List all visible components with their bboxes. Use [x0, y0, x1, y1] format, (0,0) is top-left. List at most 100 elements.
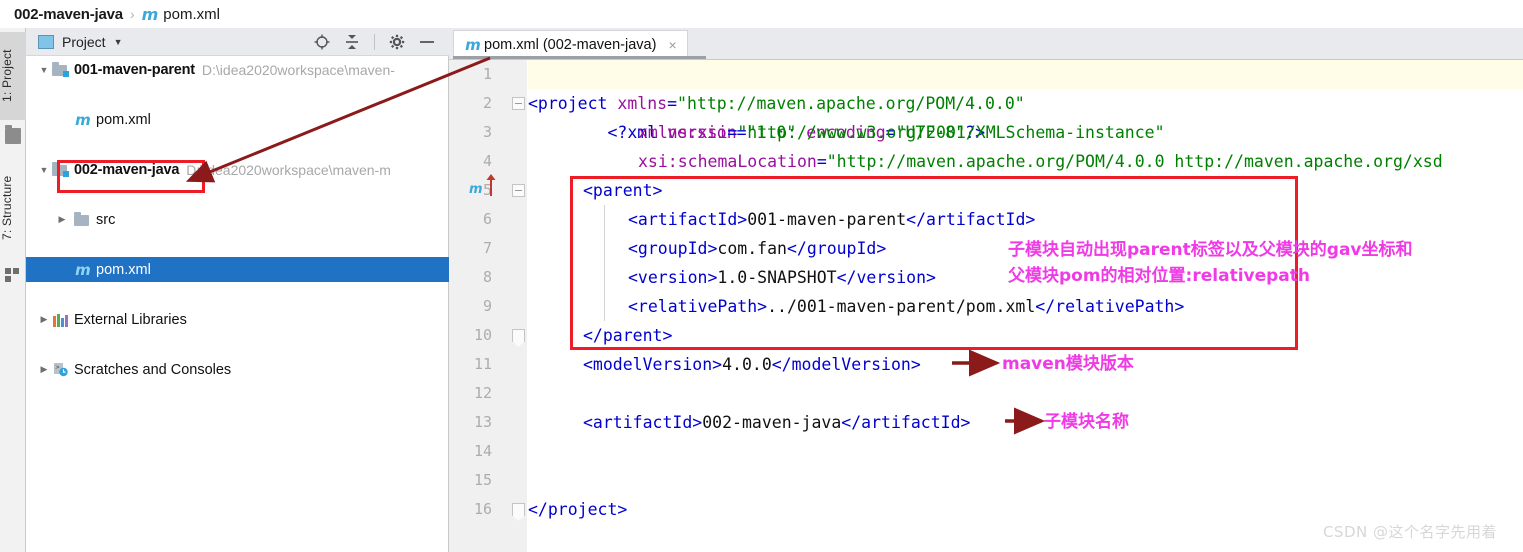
- editor-tab-pom-xml[interactable]: m pom.xml (002-maven-java) ×: [453, 30, 688, 59]
- expand-arrow-icon[interactable]: ▼: [36, 57, 52, 82]
- code-content[interactable]: <?xml version="1.0" encoding="UTF-8"?> <…: [528, 60, 1523, 552]
- collapse-arrow-icon[interactable]: ▶: [36, 357, 52, 382]
- line-number: 7: [482, 239, 492, 257]
- project-tool-window: Project ▼ ▼ 001-maven-parent D:\idea2020…: [26, 28, 449, 552]
- breadcrumb-separator-icon: ›: [129, 6, 135, 22]
- tree-path: D:\idea2020workspace\maven-: [201, 61, 395, 78]
- line-number: 14: [473, 442, 492, 460]
- hide-window-icon[interactable]: [419, 34, 435, 50]
- watermark: CSDN @这个名字先用着: [1322, 523, 1497, 541]
- code-line-5: <parent>: [583, 181, 663, 200]
- toolbar-divider: [374, 33, 375, 50]
- indent-guide: [604, 205, 605, 321]
- tree-label: Scratches and Consoles: [74, 361, 232, 378]
- settings-gear-icon[interactable]: [389, 34, 405, 50]
- line-number: 6: [482, 210, 492, 228]
- editor-tab-label: pom.xml (002-maven-java): [484, 37, 657, 53]
- tree-label: src: [96, 211, 116, 228]
- tree-row-scratches-and-consoles[interactable]: ▶ >_ Scratches and Consoles: [26, 357, 449, 382]
- code-line-4: xsi:schemaLocation="http://maven.apache.…: [638, 152, 1443, 171]
- line-number: 16: [473, 500, 492, 518]
- code-line-10: </parent>: [583, 326, 673, 345]
- line-number: 2: [482, 94, 492, 112]
- line-number: 3: [482, 123, 492, 141]
- project-panel-title[interactable]: Project: [62, 34, 106, 50]
- tree-row-pom-xml-selected[interactable]: m pom.xml: [26, 257, 449, 282]
- line-number: 1: [482, 65, 492, 83]
- collapse-all-icon[interactable]: [344, 34, 360, 50]
- code-line-3: xmlns:xsi="http://www.w3.org/2001/XMLSch…: [638, 123, 1165, 142]
- code-line-2: <project xmlns="http://maven.apache.org/…: [528, 94, 1025, 113]
- fold-column: [509, 60, 527, 552]
- maven-file-icon: m: [141, 4, 159, 24]
- tree-row-src[interactable]: ▶ src: [26, 207, 449, 232]
- code-line-9: <relativePath>../001-maven-parent/pom.xm…: [628, 297, 1185, 316]
- tool-window-tab-project[interactable]: 1: Project: [0, 32, 26, 120]
- annotation-parent-note-line2: 父模块pom的相对位置:relativepath: [1008, 266, 1311, 286]
- module-icon: [52, 161, 69, 177]
- locate-icon[interactable]: [314, 34, 330, 50]
- breadcrumb-project[interactable]: 002-maven-java: [14, 6, 123, 23]
- editor-tab-underline: [453, 56, 706, 59]
- tree-row-external-libraries[interactable]: ▶ External Libraries: [26, 307, 449, 332]
- tree-row-002-maven-java[interactable]: ▼ 002-maven-java D:\idea2020workspace\ma…: [26, 157, 449, 182]
- line-number: 15: [473, 471, 492, 489]
- scratches-icon: >_: [52, 362, 69, 377]
- folder-icon: [74, 211, 91, 227]
- maven-gutter-icon[interactable]: m: [469, 182, 483, 197]
- editor-gutter[interactable]: 1 2 3 4 5 6 7 8 9 10 11 12 13 14 15 16 m: [449, 60, 527, 552]
- tool-window-tab-project-label: 1: Project: [0, 49, 14, 103]
- fold-handle[interactable]: [512, 184, 525, 197]
- maven-icon: m: [465, 36, 481, 54]
- tree-label: pom.xml: [96, 261, 151, 278]
- annotation-model-version-note: maven模块版本: [1002, 354, 1134, 374]
- fold-handle[interactable]: [512, 503, 525, 516]
- line-number: 11: [473, 355, 492, 373]
- annotation-parent-note-line1: 子模块自动出现parent标签以及父模块的gav坐标和: [1008, 240, 1413, 260]
- collapse-arrow-icon[interactable]: ▶: [36, 307, 52, 332]
- chevron-down-icon[interactable]: ▼: [114, 37, 123, 47]
- code-line-1: <?xml version="1.0" encoding="UTF-8"?>: [528, 60, 1523, 142]
- editor-area: m pom.xml (002-maven-java) × 1 2 3 4 5 6…: [449, 28, 1523, 552]
- libraries-icon: [52, 313, 69, 327]
- ide-window: 002-maven-java › m pom.xml 1: Project 7:…: [0, 0, 1523, 552]
- code-line-16: </project>: [528, 500, 628, 519]
- tool-window-tab-structure[interactable]: 7: Structure: [0, 156, 26, 260]
- fold-handle[interactable]: [512, 97, 525, 110]
- left-tool-strip: 1: Project 7: Structure: [0, 28, 26, 552]
- upload-arrow-icon[interactable]: [485, 174, 497, 198]
- line-number: 4: [482, 152, 492, 170]
- project-panel-toolbar: [314, 33, 449, 50]
- fold-handle[interactable]: [512, 329, 525, 342]
- tree-row-001-maven-parent[interactable]: ▼ 001-maven-parent D:\idea2020workspace\…: [26, 57, 449, 82]
- tree-label: External Libraries: [74, 311, 187, 328]
- code-line-8: <version>1.0-SNAPSHOT</version>: [628, 268, 936, 287]
- tree-path: D:\idea2020workspace\maven-m: [186, 161, 391, 178]
- project-tree[interactable]: ▼ 001-maven-parent D:\idea2020workspace\…: [26, 57, 449, 552]
- breadcrumb: 002-maven-java › m pom.xml: [0, 0, 1523, 28]
- folder-icon: [5, 125, 21, 144]
- line-number: 13: [473, 413, 492, 431]
- code-line-13: <artifactId>002-maven-java</artifactId>: [583, 413, 971, 432]
- line-number: 8: [482, 268, 492, 286]
- line-number: 12: [473, 384, 492, 402]
- tree-row-parent-pom[interactable]: m pom.xml: [26, 107, 449, 132]
- line-number: 9: [482, 297, 492, 315]
- annotation-artifact-note: 子模块名称: [1044, 412, 1129, 432]
- line-number: 10: [473, 326, 492, 344]
- tool-window-tab-structure-label: 7: Structure: [0, 175, 14, 241]
- close-icon[interactable]: ×: [668, 37, 676, 53]
- modules-icon: [5, 268, 21, 284]
- module-icon: [52, 61, 69, 77]
- editor-tab-bar: m pom.xml (002-maven-java) ×: [449, 28, 1523, 60]
- breadcrumb-file[interactable]: pom.xml: [163, 6, 220, 23]
- project-window-icon: [38, 34, 54, 49]
- maven-icon: m: [75, 110, 91, 129]
- tree-label: 001-maven-parent: [74, 61, 195, 78]
- expand-arrow-icon[interactable]: ▼: [36, 157, 52, 182]
- collapse-arrow-icon[interactable]: ▶: [54, 207, 70, 232]
- tree-label: 002-maven-java: [74, 161, 180, 178]
- caret-line-highlight: [528, 60, 1523, 89]
